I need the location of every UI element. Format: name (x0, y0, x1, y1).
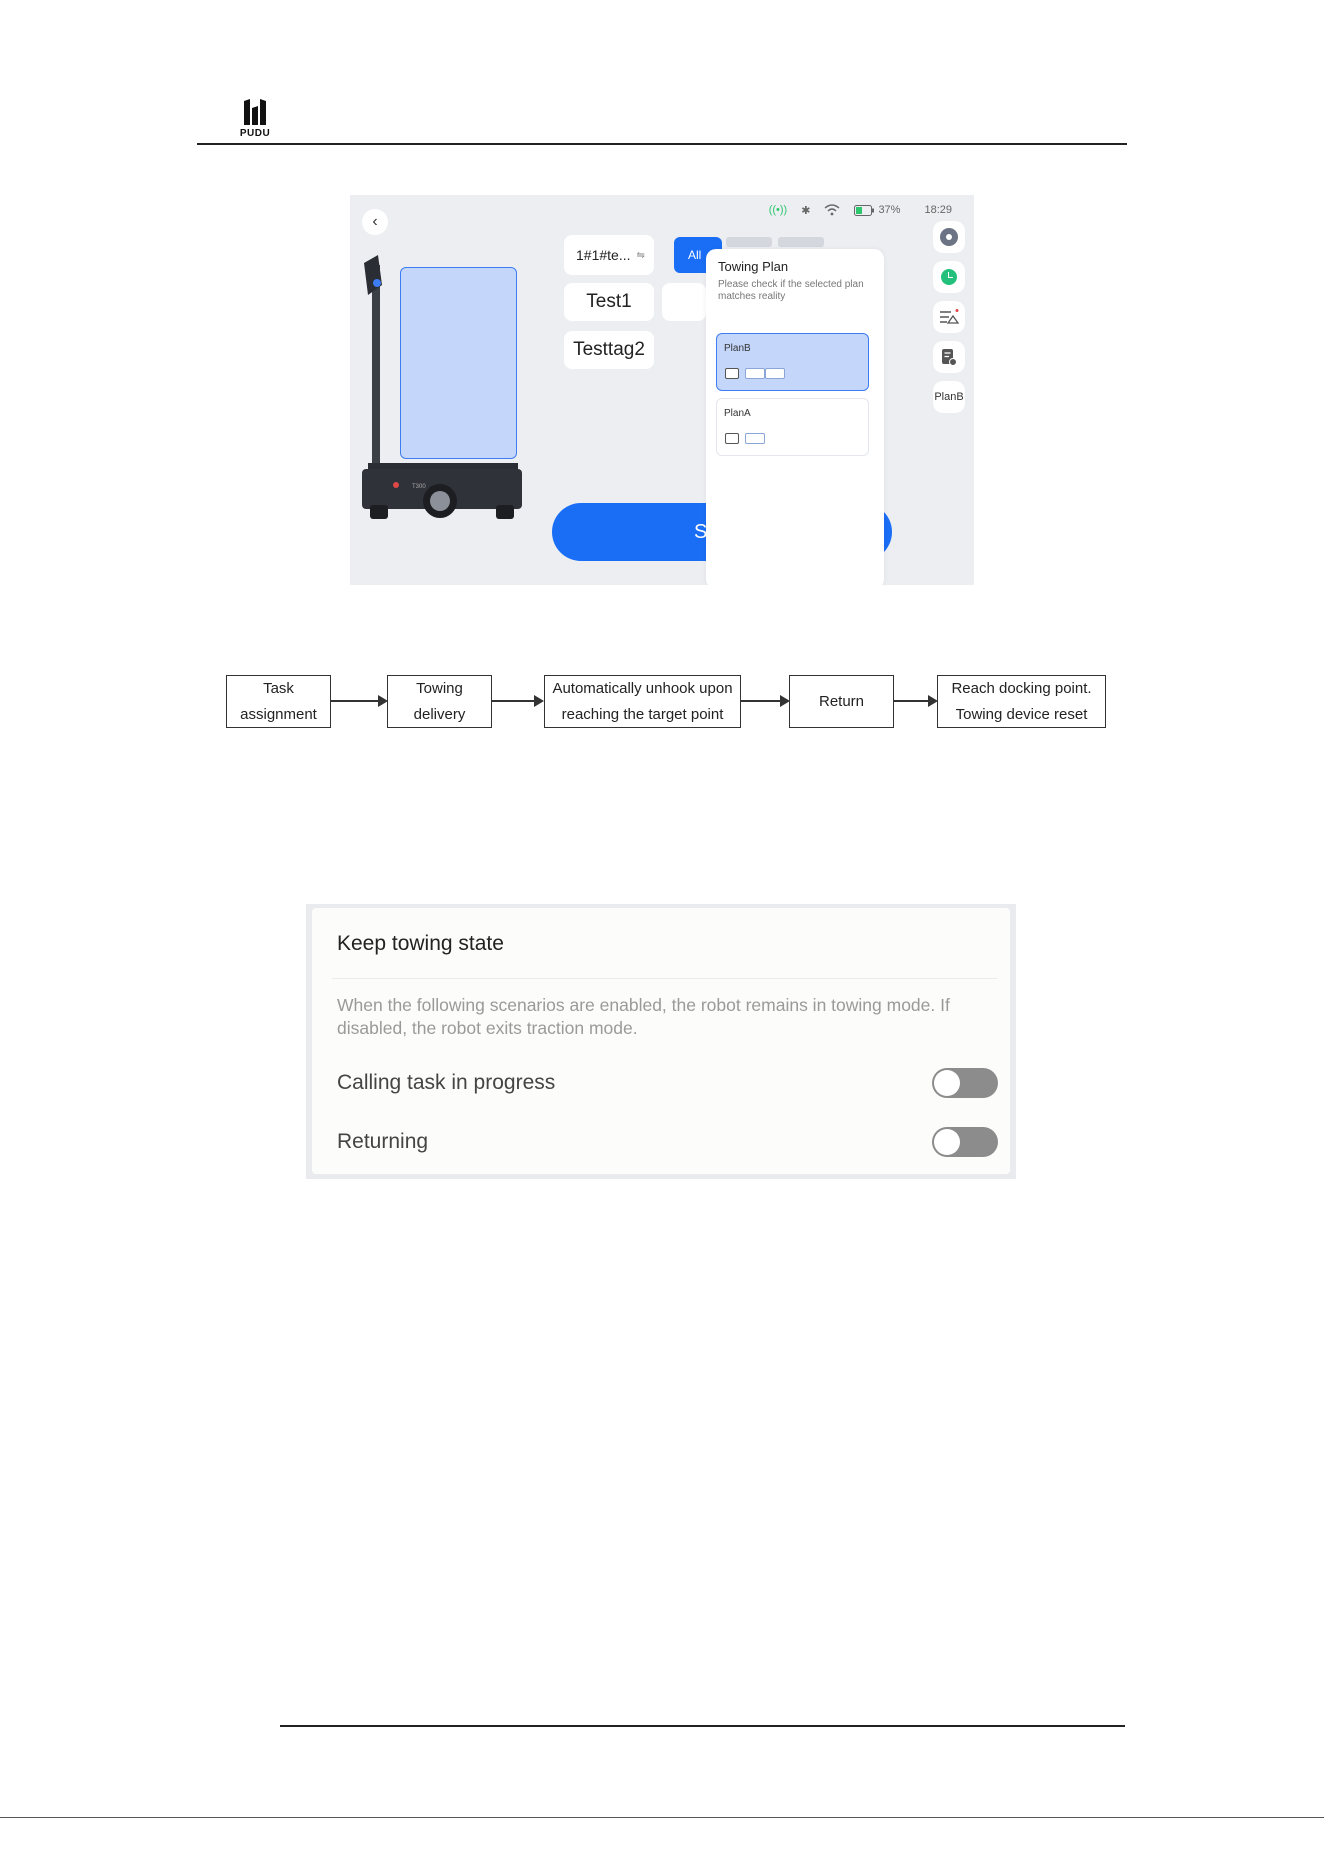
battery-icon (854, 204, 875, 216)
flow-step-line: reaching the target point (561, 705, 724, 723)
flow-step-line: Return (818, 692, 865, 710)
flow-step: Towing delivery (387, 675, 492, 728)
signal-icon: ((•)) (768, 204, 788, 216)
settings-title: Keep towing state (337, 932, 504, 955)
flow-step-line: Automatically unhook upon (552, 679, 733, 697)
flow-step-line: Task (263, 679, 294, 697)
toggle-calling-task[interactable] (932, 1068, 998, 1098)
flow-step: Return (789, 675, 894, 728)
settings-button[interactable] (933, 221, 965, 253)
bluetooth-icon: ✱ (801, 204, 811, 217)
status-time: 18:29 (924, 204, 952, 216)
plan-name: PlanB (724, 343, 751, 354)
schedule-button[interactable] (933, 261, 965, 293)
flow-step: Task assignment (226, 675, 331, 728)
flow-step-line: assignment (240, 705, 317, 723)
settings-divider (332, 978, 997, 979)
pudu-logo: PUDU (238, 98, 272, 139)
flow-step-line: Reach docking point. (951, 679, 1092, 697)
plan-option-plana[interactable]: PlanA (716, 398, 869, 456)
chevron-left-icon: ‹ (372, 213, 378, 230)
flow-step-line: Towing device reset (955, 705, 1088, 723)
battery-indicator: 37% (854, 204, 900, 216)
tab-placeholder[interactable] (778, 237, 824, 247)
swap-icon: ⇋ (636, 249, 645, 261)
towing-plan-popup: Towing Plan Please check if the selected… (706, 249, 884, 585)
flow-step-line: Towing (416, 679, 463, 697)
plan-option-planb[interactable]: PlanB (716, 333, 869, 391)
flow-step: Automatically unhook upon reaching the ta… (544, 675, 741, 728)
popup-title: Towing Plan (718, 259, 789, 274)
back-button[interactable]: ‹ (362, 209, 388, 235)
cart-mini-icon (745, 433, 765, 444)
flow-arrow (331, 695, 388, 707)
gear-icon (940, 228, 958, 246)
robot-mini-icon (725, 433, 739, 444)
settings-card: Keep towing state When the following sce… (312, 908, 1010, 1174)
robot-screen (400, 267, 517, 459)
cart-mini-icon (765, 368, 785, 379)
task-list-button[interactable] (933, 301, 965, 333)
tag-selector[interactable]: 1#1#te... ⇋ (564, 235, 654, 275)
toggle-returning[interactable] (932, 1127, 998, 1157)
status-bar: ((•)) ✱ 37% 18:29 (769, 201, 952, 219)
current-plan-button[interactable]: PlanB (933, 381, 965, 413)
report-button[interactable] (933, 341, 965, 373)
clock-icon (941, 269, 957, 285)
tag-selector-label: 1#1#te... (576, 247, 631, 263)
tag-card-test1[interactable]: Test1 (564, 283, 654, 321)
toggle-knob (934, 1070, 960, 1096)
document-icon (942, 349, 957, 366)
option-label-returning: Returning (337, 1130, 429, 1153)
popup-subtitle: Please check if the selected plan matche… (718, 279, 864, 302)
page-bottom-rule (0, 1817, 1324, 1818)
battery-percent: 37% (878, 204, 901, 216)
settings-description: When the following scenarios are enabled… (337, 995, 950, 1038)
wifi-icon (824, 204, 840, 216)
tag-card-testtag2[interactable]: Testtag2 (564, 331, 654, 369)
footer-divider (280, 1725, 1125, 1727)
robot-mini-icon (725, 368, 739, 379)
logo-text: PUDU (239, 128, 271, 139)
tab-placeholder[interactable] (726, 237, 772, 247)
flow-step-line: delivery (413, 705, 466, 723)
cart-mini-icon (745, 368, 765, 379)
keep-towing-settings-screenshot: Keep towing state When the following sce… (306, 904, 1016, 1179)
towing-plan-screenshot: ‹ ((•)) ✱ 37% 18:29 T300 1#1#te... ⇋ All… (350, 195, 974, 585)
robot-badge: T300 (412, 484, 426, 490)
flow-arrow (492, 695, 544, 707)
header-divider (197, 143, 1127, 145)
plan-name: PlanA (724, 408, 751, 419)
flow-arrow (741, 695, 790, 707)
list-warning-icon (940, 309, 959, 324)
flow-arrow (894, 695, 938, 707)
option-label-calling-task: Calling task in progress (337, 1071, 556, 1094)
tag-card-partial[interactable] (662, 283, 706, 321)
pudu-logo-icon (244, 99, 266, 125)
toggle-knob (934, 1129, 960, 1155)
flow-step: Reach docking point. Towing device reset (937, 675, 1106, 728)
